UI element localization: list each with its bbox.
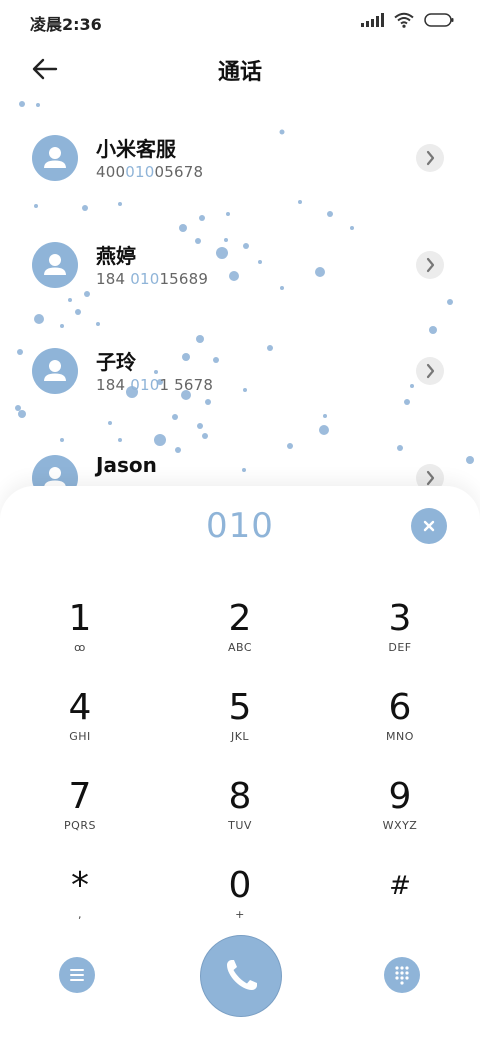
key-7[interactable]: 7 PQRS	[20, 777, 140, 857]
contact-item[interactable]: 燕婷 184 01015689	[0, 242, 480, 342]
voicemail-icon: ꝏ	[74, 641, 86, 654]
call-button[interactable]	[200, 935, 282, 1017]
chevron-right-icon	[426, 150, 435, 166]
contact-item[interactable]: 小米客服 40001005678	[0, 135, 480, 235]
key-5[interactable]: 5 JKL	[180, 688, 300, 768]
key-0[interactable]: 0 +	[180, 866, 300, 946]
status-bar: 凌晨2:36	[0, 0, 480, 42]
contact-detail-button[interactable]	[416, 357, 444, 385]
avatar	[32, 348, 78, 394]
key-9[interactable]: 9 WXYZ	[340, 777, 460, 857]
signal-icon	[361, 13, 384, 27]
key-4[interactable]: 4 GHI	[20, 688, 140, 768]
contact-name: 小米客服	[96, 137, 176, 161]
close-icon	[423, 520, 435, 532]
menu-button[interactable]	[59, 957, 95, 993]
keypad-icon	[395, 966, 409, 985]
key-1[interactable]: 1 ꝏ	[20, 599, 140, 679]
contact-name: Jason	[96, 453, 157, 477]
key-2[interactable]: 2 ABC	[180, 599, 300, 679]
avatar	[32, 242, 78, 288]
status-time: 凌晨2:36	[30, 15, 102, 34]
chevron-right-icon	[426, 257, 435, 273]
chevron-right-icon	[426, 363, 435, 379]
person-icon	[44, 360, 66, 381]
key-8[interactable]: 8 TUV	[180, 777, 300, 857]
contact-detail-button[interactable]	[416, 251, 444, 279]
keypad-toggle-button[interactable]	[384, 957, 420, 993]
clear-button[interactable]	[411, 508, 447, 544]
contact-number: 184 01015689	[96, 270, 209, 288]
status-icons	[361, 12, 454, 28]
phone-icon	[227, 960, 257, 990]
wifi-icon	[394, 12, 414, 28]
menu-icon	[70, 969, 84, 981]
key-hash[interactable]: #	[340, 866, 460, 946]
page-title: 通话	[217, 60, 262, 85]
key-3[interactable]: 3 DEF	[340, 599, 460, 679]
contact-number: 40001005678	[96, 163, 204, 181]
avatar	[32, 135, 78, 181]
contact-number: 184 0101 5678	[96, 376, 214, 394]
key-6[interactable]: 6 MNO	[340, 688, 460, 768]
dialpad-panel: 010 1 ꝏ 2 ABC 3 DEF 4 GHI 5 JKL 6 MNO 7 …	[0, 486, 480, 1040]
battery-icon	[424, 13, 454, 27]
contact-detail-button[interactable]	[416, 144, 444, 172]
contact-name: 子玲	[96, 350, 136, 374]
header: 通话	[0, 48, 480, 92]
contact-name: 燕婷	[96, 244, 136, 268]
dialed-number[interactable]: 010	[0, 506, 480, 546]
contact-item[interactable]: 子玲 184 0101 5678	[0, 348, 480, 448]
person-icon	[44, 147, 66, 168]
key-star[interactable]: * ,	[20, 866, 140, 946]
person-icon	[44, 254, 66, 275]
